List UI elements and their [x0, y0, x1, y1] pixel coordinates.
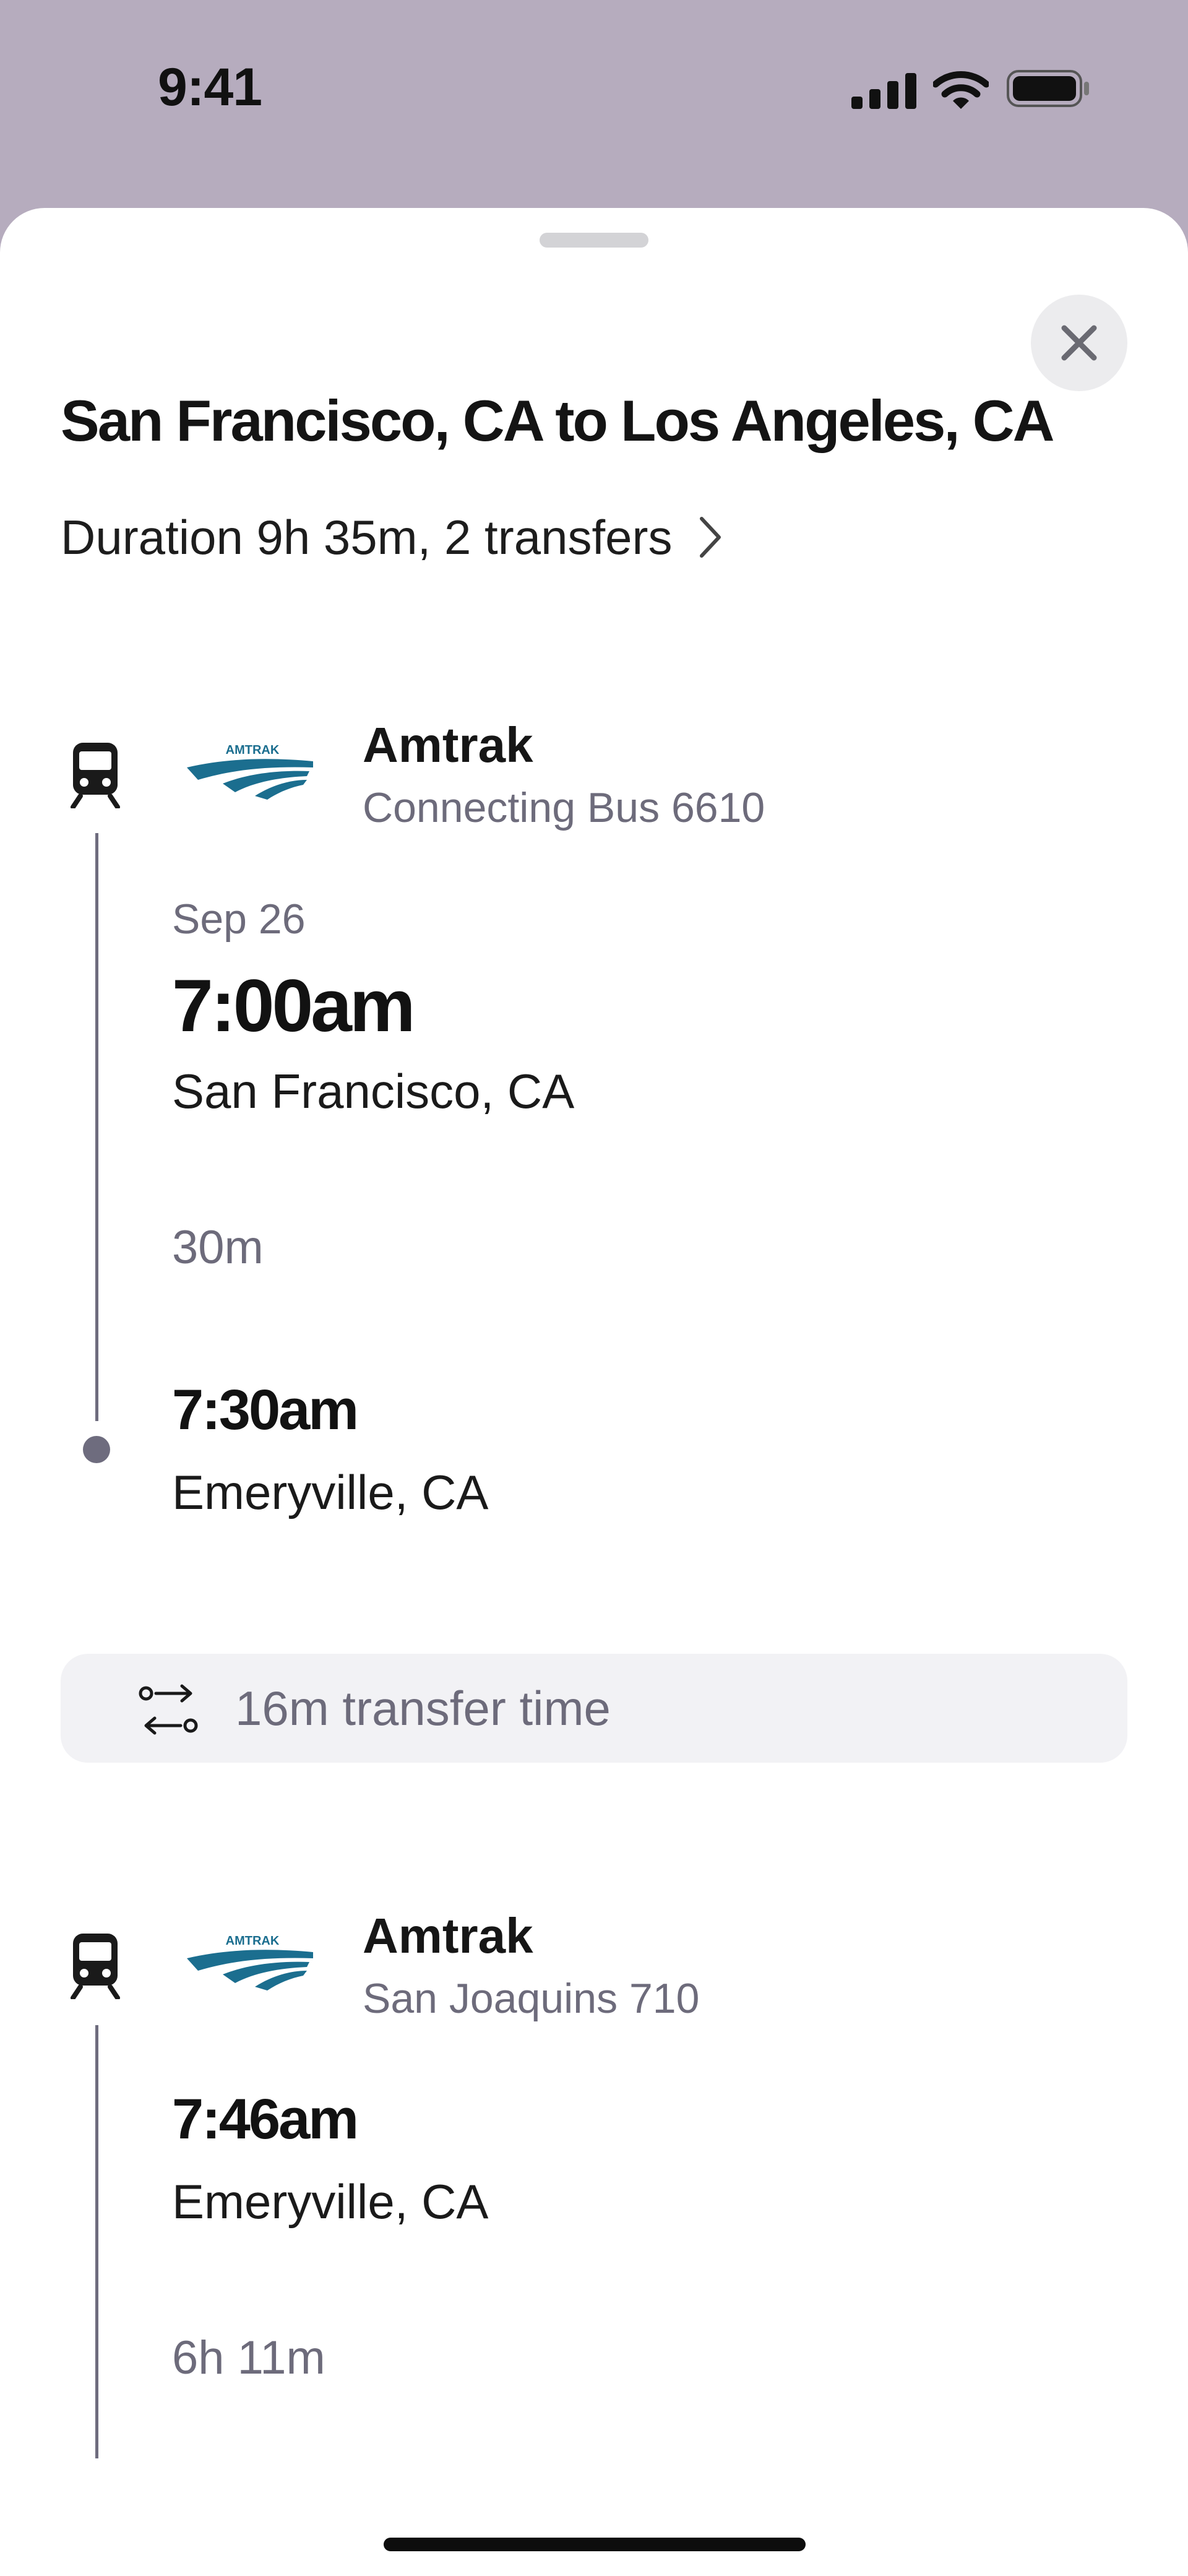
- trip-details-sheet: San Francisco, CA to Los Angeles, CA Dur…: [0, 208, 1188, 2576]
- route-title: San Francisco, CA to Los Angeles, CA: [61, 388, 1054, 453]
- departure-time: 7:46am: [172, 2088, 359, 2151]
- close-icon: [1061, 325, 1097, 361]
- amtrak-logo: AMTRAK: [187, 743, 313, 800]
- departure-station: San Francisco, CA: [172, 1064, 575, 1118]
- svg-text:AMTRAK: AMTRAK: [226, 1934, 280, 1948]
- segment-duration: 30m: [172, 1221, 264, 1274]
- transfer-info: 16m transfer time: [61, 1654, 1127, 1763]
- service-name: Connecting Bus 6610: [363, 784, 765, 831]
- arrival-time: 7:30am: [172, 1378, 359, 1441]
- departure-date: Sep 26: [172, 896, 306, 943]
- transfer-time-text: 16m transfer time: [235, 1681, 611, 1735]
- departure-station: Emeryville, CA: [172, 2174, 489, 2229]
- home-indicator: [384, 2538, 806, 2551]
- chevron-right-icon: [700, 517, 721, 558]
- carrier-name: Amtrak: [363, 1908, 533, 1963]
- sheet-grabber[interactable]: [540, 233, 648, 248]
- timeline-line: [95, 833, 98, 1421]
- train-icon: [71, 743, 120, 808]
- wifi-icon: [933, 71, 989, 109]
- trip-summary-link[interactable]: Duration 9h 35m, 2 transfers: [61, 506, 724, 568]
- trip-summary-text: Duration 9h 35m, 2 transfers: [61, 509, 673, 564]
- arrival-station: Emeryville, CA: [172, 1465, 489, 1519]
- departure-time: 7:00am: [172, 964, 416, 1047]
- amtrak-logo: AMTRAK: [187, 1934, 313, 1990]
- segment-duration: 6h 11m: [172, 2332, 325, 2384]
- timeline-arrival-dot: [83, 1436, 110, 1463]
- carrier-name: Amtrak: [363, 717, 533, 772]
- service-name: San Joaquins 710: [363, 1975, 700, 2022]
- battery-icon: [1007, 70, 1089, 107]
- train-icon: [71, 1934, 120, 1999]
- status-bar: 9:41: [0, 0, 1188, 204]
- transfer-arrows-icon: [139, 1684, 198, 1735]
- svg-text:AMTRAK: AMTRAK: [226, 743, 280, 757]
- timeline-line: [95, 2025, 98, 2458]
- close-button[interactable]: [1031, 295, 1127, 391]
- cellular-signal-icon: [851, 73, 916, 109]
- status-time: 9:41: [158, 58, 262, 117]
